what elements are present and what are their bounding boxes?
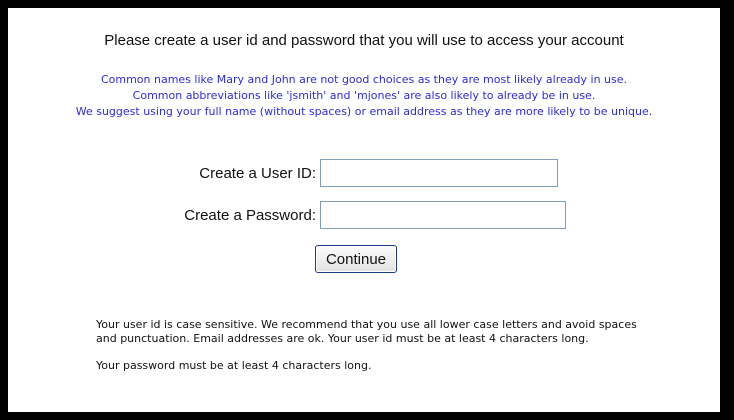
page-title: Please create a user id and password tha… [104, 32, 624, 49]
password-row: Create a Password: [8, 201, 720, 231]
user-id-input[interactable] [320, 159, 558, 187]
password-input[interactable] [320, 201, 566, 229]
user-id-label: Create a User ID: [199, 165, 316, 182]
continue-button[interactable]: Continue [315, 245, 397, 273]
naming-tips: Common names like Mary and John are not … [8, 72, 720, 120]
tip-common-names: Common names like Mary and John are not … [100, 73, 628, 86]
user-id-rules: Your user id is case sensitive. We recom… [96, 318, 637, 345]
account-setup-panel: Please create a user id and password tha… [8, 8, 720, 412]
tip-abbreviations: Common abbreviations like 'jsmith' and '… [132, 89, 596, 102]
user-id-row: Create a User ID: [8, 159, 720, 189]
tip-suggestion: We suggest using your full name (without… [75, 105, 653, 118]
password-rules: Your password must be at least 4 charact… [96, 359, 372, 372]
password-label: Create a Password: [184, 207, 316, 224]
help-text: Your user id is case sensitive. We recom… [96, 318, 656, 373]
